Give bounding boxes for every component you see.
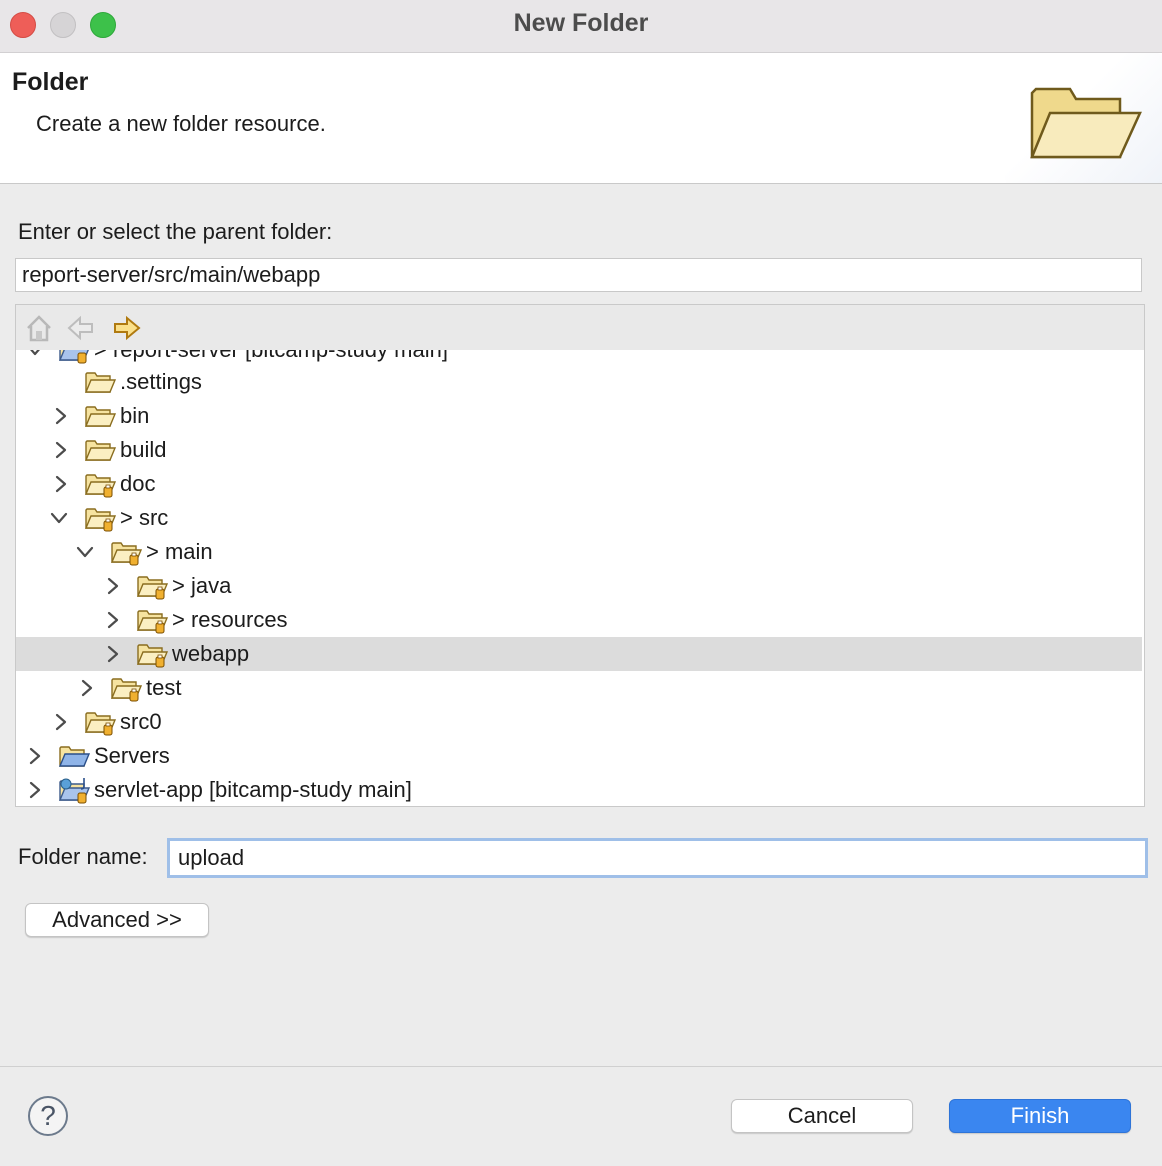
tree-item-label: src0 [120,709,162,734]
chevron-right-icon[interactable] [104,642,122,666]
back-arrow-icon[interactable] [66,313,96,343]
source-folder-icon [84,470,116,498]
tree-item-src0[interactable]: src0 [16,705,1142,739]
home-icon[interactable] [24,313,54,343]
tree-item-label: > main [146,539,213,564]
tree-item-label: > resources [172,607,288,632]
tree-item-main[interactable]: > main [16,535,1142,569]
servers-folder-icon [58,742,90,770]
chevron-down-icon[interactable] [26,350,44,362]
tree-toolbar [16,305,1144,350]
parent-folder-label: Enter or select the parent folder: [18,219,333,244]
parent-folder-input[interactable]: report-server/src/main/webapp [15,258,1142,292]
chevron-right-icon[interactable] [52,710,70,734]
tree-item-doc[interactable]: doc [16,467,1142,501]
footer-divider [0,1066,1162,1067]
tree-item-settings[interactable]: .settings [16,365,1142,399]
help-icon[interactable]: ? [28,1096,68,1136]
wizard-banner: Folder Create a new folder resource. [0,53,1162,184]
tree-item-test[interactable]: test [16,671,1142,705]
tree-item-label: .settings [120,369,202,394]
source-folder-icon [136,606,168,634]
source-folder-icon [136,640,168,668]
tree-item-label: test [146,675,182,700]
folder-icon [84,402,116,430]
folder-tree: > report-server [bitcamp-study main] .se… [15,304,1145,807]
tree-item-resources[interactable]: > resources [16,603,1142,637]
chevron-right-icon[interactable] [52,472,70,496]
tree-item-bin[interactable]: bin [16,399,1142,433]
cancel-button[interactable]: Cancel [731,1099,913,1133]
chevron-right-icon[interactable] [78,676,96,700]
chevron-right-icon[interactable] [52,438,70,462]
tree-item-servlet-app[interactable]: servlet-app [bitcamp-study main] [16,773,1142,807]
chevron-down-icon[interactable] [76,540,94,564]
tree-item-label: build [120,437,167,462]
forward-arrow-icon[interactable] [112,313,142,343]
tree-item-label: > java [172,573,232,598]
tree-item-label: bin [120,403,150,428]
window-title: New Folder [513,9,649,37]
project-icon [58,350,90,364]
tree-item-src[interactable]: > src [16,501,1142,535]
tree-item-label: > src [120,505,169,530]
chevron-right-icon[interactable] [104,608,122,632]
chevron-right-icon[interactable] [52,404,70,428]
chevron-right-icon[interactable] [26,778,44,802]
source-folder-icon [84,708,116,736]
source-folder-icon [110,674,142,702]
tree-item-build[interactable]: build [16,433,1142,467]
tree-list: > report-server [bitcamp-study main] .se… [16,350,1144,807]
folder-icon [84,368,116,396]
source-folder-icon [84,504,116,532]
chevron-down-icon[interactable] [50,506,68,530]
folder-name-label: Folder name: [18,844,148,869]
source-folder-icon [110,538,142,566]
folder-name-input[interactable] [167,838,1148,878]
source-folder-icon [136,572,168,600]
project-icon [58,776,90,804]
tree-item-label: doc [120,471,156,496]
banner-description: Create a new folder resource. [36,111,326,136]
title-bar: New Folder [0,0,1162,53]
advanced-button[interactable]: Advanced >> [25,903,209,937]
tree-item-servers[interactable]: Servers [16,739,1142,773]
finish-button[interactable]: Finish [949,1099,1131,1133]
tree-item-label: servlet-app [bitcamp-study main] [94,777,412,802]
tree-item-label: webapp [172,641,250,666]
tree-item-label: Servers [94,743,170,768]
chevron-right-icon[interactable] [104,574,122,598]
tree-item-java[interactable]: > java [16,569,1142,603]
open-folder-icon [1030,87,1142,159]
tree-item-label: > report-server [bitcamp-study main] [94,350,448,365]
folder-icon [84,436,116,464]
tree-item-webapp[interactable]: webapp [16,637,1142,671]
banner-title: Folder [12,68,89,96]
chevron-right-icon[interactable] [26,744,44,768]
